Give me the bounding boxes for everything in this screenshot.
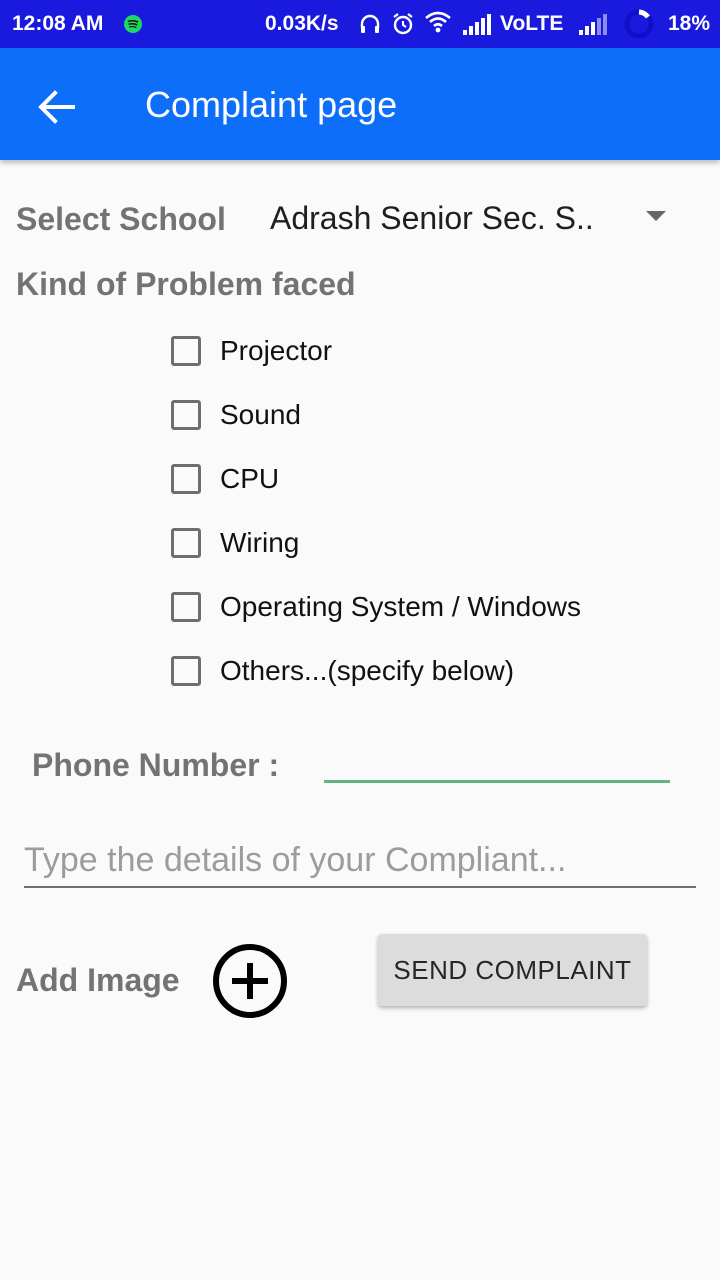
problem-kind-label: Kind of Problem faced: [16, 266, 356, 302]
phone-number-input[interactable]: [324, 742, 670, 783]
checkbox-label: Sound: [220, 399, 301, 430]
dropdown-arrow-icon[interactable]: [646, 211, 666, 221]
checkbox-wiring[interactable]: Wiring: [168, 525, 648, 569]
checkbox-box[interactable]: [171, 464, 201, 494]
checkbox-sound[interactable]: Sound: [168, 397, 648, 441]
back-button[interactable]: [24, 80, 88, 132]
checkbox-label: Projector: [220, 335, 333, 366]
network-type: VoLTE: [500, 12, 564, 35]
network-speed: 0.03K/s: [265, 12, 339, 35]
checkbox-label: Others...(specify below): [220, 655, 515, 686]
checkbox-others[interactable]: Others...(specify below): [168, 653, 648, 697]
checkbox-box[interactable]: [171, 400, 201, 430]
school-dropdown[interactable]: Adrash Senior Sec. S..: [258, 190, 688, 246]
checkbox-box[interactable]: [171, 592, 201, 622]
page-title: Complaint page: [145, 84, 398, 125]
signal-icon: [463, 14, 491, 35]
alarm-icon: [393, 13, 413, 35]
app-bar: Complaint page: [0, 48, 720, 160]
add-image-label: Add Image: [16, 962, 180, 998]
checkbox-label: CPU: [220, 463, 280, 494]
checkbox-cpu[interactable]: CPU: [168, 461, 648, 505]
add-circle-icon: [213, 944, 287, 1018]
wifi-icon: [425, 11, 451, 33]
checkbox-operating-system[interactable]: Operating System / Windows: [168, 589, 648, 633]
checkbox-projector[interactable]: Projector: [168, 333, 648, 377]
phone-number-label: Phone Number :: [32, 747, 280, 783]
headphones-icon: [360, 14, 380, 33]
school-selected-value: Adrash Senior Sec. S..: [270, 200, 594, 236]
status-bar: 12:08 AM 0.03K/s VoLTE 18%: [0, 0, 720, 48]
send-complaint-button[interactable]: SEND COMPLAINT: [378, 934, 647, 1006]
battery-level: 18%: [668, 12, 711, 35]
battery-icon: [624, 9, 654, 39]
checkbox-label: Wiring: [220, 527, 300, 558]
checkbox-box[interactable]: [171, 528, 201, 558]
arrow-back-icon: [38, 90, 75, 124]
spotify-icon: [124, 15, 142, 33]
add-image-button[interactable]: [212, 943, 288, 1019]
complaint-details-input[interactable]: [24, 834, 696, 888]
status-time: 12:08 AM: [12, 12, 104, 35]
select-school-label: Select School: [16, 201, 226, 237]
signal-icon: [579, 14, 607, 35]
checkbox-box[interactable]: [171, 656, 201, 686]
checkbox-box[interactable]: [171, 336, 201, 366]
checkbox-label: Operating System / Windows: [220, 591, 582, 622]
